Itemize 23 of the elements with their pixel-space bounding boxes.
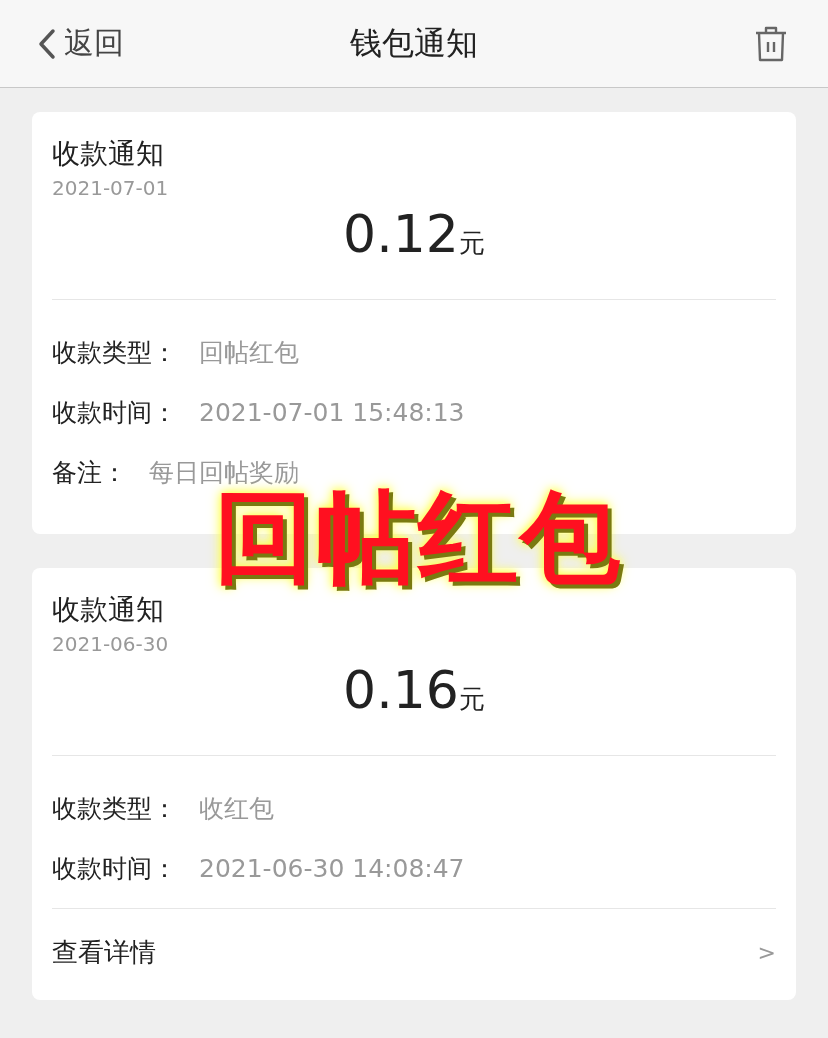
field-value: 回帖红包 <box>199 336 299 369</box>
view-details-link[interactable]: 查看详情 > <box>52 909 776 978</box>
field-label: 收款类型： <box>52 792 177 825</box>
notice-date: 2021-07-01 <box>52 175 170 202</box>
currency-unit: 元 <box>458 228 485 258</box>
field-value: 收红包 <box>199 792 274 825</box>
notice-date: 2021-06-30 <box>52 631 170 658</box>
notice-title: 收款通知 <box>52 136 165 172</box>
field-label: 备注： <box>52 456 127 489</box>
currency-unit: 元 <box>458 684 485 714</box>
field-label: 收款时间： <box>52 852 177 885</box>
back-chevron-icon <box>38 27 56 60</box>
field-label: 收款时间： <box>52 396 177 429</box>
amount: 0.12 <box>343 204 459 264</box>
notice-title: 收款通知 <box>52 592 165 628</box>
chevron-icon: > <box>757 940 776 965</box>
field-value: 2021-06-30 14:08:47 <box>199 853 465 883</box>
back-button[interactable]: 返回 <box>38 23 124 64</box>
amount: 0.16 <box>343 660 459 720</box>
field-label: 收款类型： <box>52 336 177 369</box>
page-title: 钱包通知 <box>350 22 478 64</box>
field-value: 2021-07-01 15:48:13 <box>199 397 465 427</box>
trash-icon[interactable] <box>754 24 788 63</box>
